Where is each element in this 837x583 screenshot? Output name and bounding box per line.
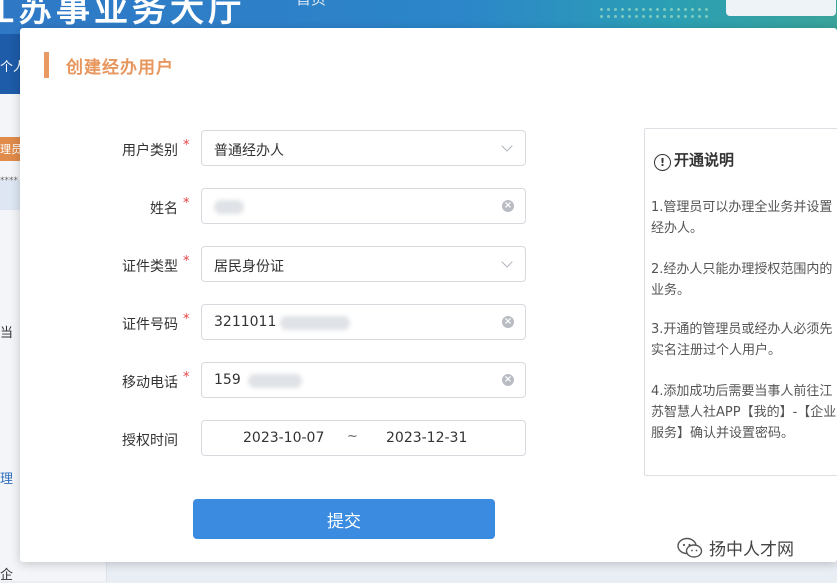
name-label: 姓名 <box>150 201 178 217</box>
header-search-box[interactable] <box>726 0 836 16</box>
auth-end-date[interactable]: 2023-12-31 <box>386 430 467 446</box>
title-accent-bar <box>44 52 49 78</box>
id-number-value: 3211011 <box>214 314 277 330</box>
name-input[interactable]: × <box>201 188 526 224</box>
dialog-title: 创建经办用户 <box>66 58 174 78</box>
user-type-value: 普通经办人 <box>214 143 284 159</box>
required-mark: * <box>183 138 190 153</box>
watermark: 扬中人才网 <box>677 535 794 564</box>
create-user-dialog: 创建经办用户 用户类别 * 普通经办人 姓名 * × 证件类型 * 居民身份证 … <box>20 28 837 562</box>
required-mark: * <box>183 196 190 211</box>
date-separator: ~ <box>347 429 358 444</box>
sidebar-fragment-5[interactable]: 理 <box>0 468 20 487</box>
mobile-value: 159 <box>214 372 241 388</box>
id-number-label: 证件号码 <box>122 317 178 333</box>
mobile-label: 移动电话 <box>122 375 178 391</box>
auth-time-label: 授权时间 <box>122 433 178 449</box>
watermark-text: 扬中人才网 <box>709 540 794 560</box>
portal-nav-item[interactable]: 首页 <box>296 0 326 9</box>
required-mark: * <box>183 312 190 327</box>
id-number-input[interactable]: 3211011 × <box>201 304 526 340</box>
info-item-4: 4.添加成功后需要当事人前往江苏智慧人社APP【我的】-【企业服务】确认并设置密… <box>651 384 837 441</box>
user-type-select[interactable]: 普通经办人 <box>201 130 526 166</box>
chevron-down-icon <box>501 140 513 152</box>
auth-time-range[interactable]: 2023-10-07 ~ 2023-12-31 <box>201 420 526 456</box>
chevron-down-icon <box>501 256 513 268</box>
wechat-icon <box>677 537 703 564</box>
submit-button[interactable]: 提交 <box>193 499 495 539</box>
info-title-row: ! 开通说明 <box>654 149 734 171</box>
redaction-blur <box>214 200 244 214</box>
mobile-input[interactable]: 159 × <box>201 362 526 398</box>
sidebar-fragment-2[interactable]: 理员 <box>0 141 20 157</box>
exclamation-icon: ! <box>654 154 671 171</box>
header-decoration <box>598 6 708 22</box>
id-type-value: 居民身份证 <box>214 259 284 275</box>
required-mark: * <box>183 254 190 269</box>
sidebar-fragment-6[interactable]: 企 <box>0 564 20 583</box>
info-panel: ! 开通说明 1.管理员可以办理全业务并设置经办人。 2.经办人只能办理授权范围内… <box>644 128 837 476</box>
id-type-select[interactable]: 居民身份证 <box>201 246 526 282</box>
clear-icon[interactable]: × <box>502 316 514 328</box>
sidebar-fragment-3: **** <box>0 176 18 186</box>
sidebar-fragment-4[interactable]: 当 <box>0 322 20 341</box>
auth-start-date[interactable]: 2023-10-07 <box>243 430 324 446</box>
clear-icon[interactable]: × <box>502 200 514 212</box>
clear-icon[interactable]: × <box>502 374 514 386</box>
required-mark: * <box>183 370 190 385</box>
redaction-blur <box>280 316 350 330</box>
info-item-3: 3.开通的管理员或经办人必须先实名注册过个人用户。 <box>651 322 833 358</box>
info-item-2: 2.经办人只能办理授权范围内的业务。 <box>651 262 833 298</box>
sidebar-fragment-1[interactable]: 个人 <box>0 56 20 75</box>
info-title: 开通说明 <box>674 151 735 169</box>
info-item-1: 1.管理员可以办理全业务并设置经办人。 <box>651 200 833 236</box>
redaction-blur <box>248 374 302 388</box>
id-type-label: 证件类型 <box>122 259 178 275</box>
portal-title: 江苏事业务大厅 <box>0 0 246 30</box>
user-type-label: 用户类别 <box>122 143 178 159</box>
